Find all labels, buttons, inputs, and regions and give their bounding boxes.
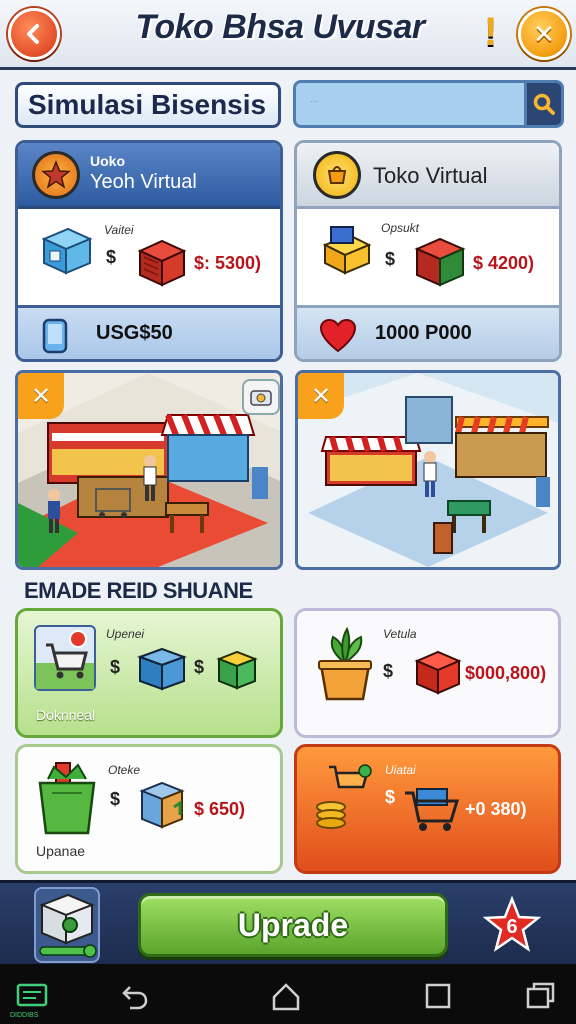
crate-icon bbox=[216, 650, 258, 690]
plant-pot-icon bbox=[318, 626, 372, 701]
shop-points: 1000 P000 bbox=[375, 322, 472, 344]
search-bar[interactable]: ··· bbox=[293, 80, 564, 128]
search-button[interactable] bbox=[524, 80, 564, 128]
upgrade-card-3[interactable]: Oteke $ $ 650) Upanae bbox=[15, 744, 283, 874]
machine-icon bbox=[39, 893, 97, 958]
store-building-icon bbox=[41, 227, 93, 275]
shop-card-footer: USG$50 bbox=[18, 305, 280, 359]
cart-icon bbox=[405, 788, 460, 831]
item-label: Vaitei bbox=[104, 223, 134, 237]
close-scene-button[interactable]: ✕ bbox=[298, 373, 344, 419]
store-scene-1[interactable]: ✕ bbox=[15, 370, 283, 570]
upgrade-card-4[interactable]: Uiatai $ +0 380) bbox=[294, 744, 561, 874]
upgrade-card-1[interactable]: Upenei $ $ Doknneal bbox=[15, 608, 283, 738]
shopping-cart-icon bbox=[36, 630, 94, 689]
camera-icon bbox=[250, 390, 272, 406]
search-icon bbox=[533, 93, 555, 115]
overview-icon bbox=[526, 982, 555, 1009]
app-shortcut[interactable] bbox=[12, 978, 52, 1014]
shop-card-footer: 1000 P000 bbox=[297, 305, 559, 359]
close-button[interactable]: ✕ bbox=[518, 8, 570, 60]
upgrade-price: $000,800) bbox=[465, 663, 547, 683]
nav-home-button[interactable] bbox=[266, 978, 306, 1014]
close-scene-button[interactable]: ✕ bbox=[18, 373, 64, 419]
shop-card-2[interactable]: Toko Virtual Opsukt $ $ 4200) 1000 P000 bbox=[294, 140, 562, 362]
shop-price: $ 4200) bbox=[473, 253, 535, 273]
upgrade-label: Oteke bbox=[108, 763, 141, 777]
home-icon bbox=[272, 983, 300, 1011]
currency-symbol: $ bbox=[106, 247, 117, 267]
back-button[interactable] bbox=[8, 8, 60, 60]
back-arrow-icon bbox=[27, 24, 39, 44]
back-icon bbox=[122, 986, 148, 1010]
register-icon bbox=[322, 226, 372, 275]
currency-symbol: $ bbox=[385, 249, 396, 269]
camera-button[interactable] bbox=[242, 379, 280, 415]
shop-badge-icon bbox=[313, 151, 361, 199]
shop-price: $: 5300) bbox=[194, 253, 262, 273]
star-button[interactable]: 6 bbox=[482, 895, 542, 955]
phone-icon bbox=[42, 318, 68, 354]
upgrades-section-title: EMADE REID SHUANE bbox=[24, 578, 253, 603]
star-badge-icon bbox=[32, 151, 80, 199]
upgrade-status: Doknneal bbox=[36, 707, 96, 723]
action-bar: Uprade 6 bbox=[0, 880, 576, 964]
upgrade-label: Upenei bbox=[106, 627, 145, 641]
upgrade-status: Upanae bbox=[36, 843, 86, 859]
nav-recents-button[interactable] bbox=[418, 978, 458, 1014]
shopping-bag-icon bbox=[38, 762, 96, 835]
heart-icon bbox=[319, 318, 357, 353]
nav-overview-button[interactable] bbox=[520, 978, 560, 1014]
shop-card-subtitle: Uoko bbox=[90, 153, 125, 169]
crate-icon bbox=[137, 239, 187, 287]
app-icon bbox=[16, 983, 48, 1007]
currency-symbol: $ bbox=[110, 789, 121, 809]
alert-icon[interactable]: ! bbox=[484, 10, 497, 55]
section-title: Simulasi Bisensis bbox=[15, 82, 281, 128]
currency-symbol: $ bbox=[383, 661, 394, 681]
page-title: Toko Bhsa Uvusar bbox=[135, 8, 425, 46]
shop-card-body: Vaitei $ $: 5300) bbox=[18, 209, 280, 305]
store-scene-2[interactable]: ✕ bbox=[295, 370, 561, 570]
upgrade-card-2[interactable]: Vetula $ $000,800) bbox=[294, 608, 561, 738]
crate-icon bbox=[414, 237, 466, 287]
star-icon: 6 bbox=[482, 895, 542, 952]
shop-balance: USG$50 bbox=[96, 322, 173, 344]
system-nav-bar: DIDDIBS bbox=[0, 964, 576, 1024]
box-icon bbox=[137, 647, 187, 691]
upgrade-label: Uiatai bbox=[385, 763, 416, 777]
close-icon: ✕ bbox=[310, 382, 332, 410]
upgrade-price: +0 380) bbox=[465, 799, 527, 819]
shop-card-title: Yeoh Virtual bbox=[90, 171, 197, 193]
top-bar: Toko Bhsa Uvusar ! ✕ bbox=[0, 0, 576, 70]
machine-button[interactable] bbox=[34, 887, 100, 963]
shop-card-header: Toko Virtual bbox=[297, 143, 559, 209]
crate-icon bbox=[414, 650, 462, 695]
app-label: DIDDIBS bbox=[10, 1012, 39, 1019]
search-input[interactable]: ··· bbox=[310, 97, 318, 106]
currency-symbol: $ bbox=[110, 657, 121, 677]
close-icon: ✕ bbox=[533, 18, 555, 49]
coins-cart-icon bbox=[316, 764, 372, 829]
star-count: 6 bbox=[506, 916, 517, 938]
upgrade-label: Vetula bbox=[383, 627, 417, 641]
upgrade-button[interactable]: Uprade bbox=[138, 893, 448, 957]
shop-card-title: Toko Virtual bbox=[373, 163, 488, 188]
shop-card-1[interactable]: Uoko Yeoh Virtual Vaitei $ $: 5300) USG$… bbox=[15, 140, 283, 362]
nav-back-button[interactable] bbox=[114, 978, 154, 1014]
shop-card-header: Uoko Yeoh Virtual bbox=[18, 143, 280, 209]
close-icon: ✕ bbox=[30, 382, 52, 410]
currency-symbol: $ bbox=[194, 657, 205, 677]
upgrade-price: $ 650) bbox=[194, 799, 246, 819]
item-label: Opsukt bbox=[381, 221, 420, 235]
currency-symbol: $ bbox=[385, 787, 396, 807]
recents-icon bbox=[425, 983, 451, 1009]
shop-card-body: Opsukt $ $ 4200) bbox=[297, 209, 559, 305]
package-icon bbox=[139, 781, 185, 829]
upgrade-thumbnail bbox=[34, 625, 96, 691]
